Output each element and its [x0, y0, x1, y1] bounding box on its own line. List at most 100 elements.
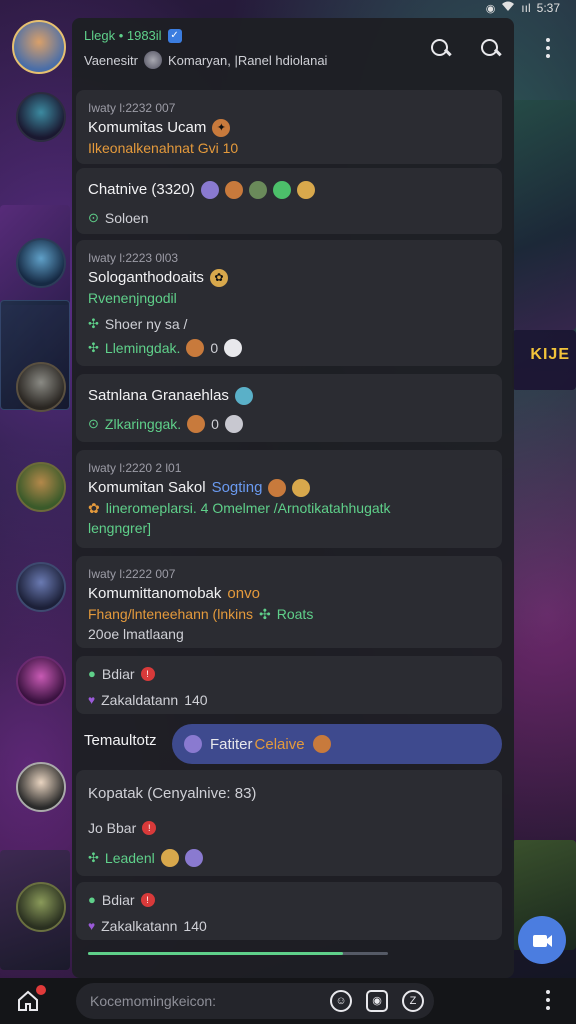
reply-count: 0: [210, 340, 219, 356]
header-actions: [430, 38, 502, 60]
read-icon: [224, 415, 243, 433]
message-line: 20oe lmatlaang: [88, 626, 184, 642]
search-icon[interactable]: [430, 38, 452, 60]
wifi-icon: [501, 1, 515, 15]
message-input[interactable]: Kocemomingkeicon: ☺ ◉ Z: [76, 983, 434, 1019]
emoji-icon: ✦: [212, 119, 231, 137]
background-art-right: [512, 100, 576, 330]
message-card[interactable]: ● Bdiar ! ♥ Zakalkatann 140: [76, 882, 502, 940]
message-line: Zakaldatann: [101, 692, 179, 708]
compose-icon: [533, 935, 552, 947]
feature-pill[interactable]: Fatiter Celaive: [172, 724, 502, 764]
avatar: [272, 181, 291, 199]
channel-panel: Llegk • 1983il ✓ Vaenesitr Komaryan, |Ra…: [72, 18, 514, 978]
message-title: Komumittanomobak: [88, 585, 222, 602]
more-options-icon[interactable]: [546, 38, 550, 58]
avatar: [200, 181, 219, 199]
message-line: Bdiar: [101, 666, 135, 682]
sparkle-icon: ✣: [88, 340, 99, 355]
gif-icon[interactable]: Z: [402, 990, 424, 1012]
message-meta: Iwaty l:2223 0l03: [88, 251, 179, 265]
message-title-accent: Sogting: [211, 479, 263, 496]
message-meta: Iwaty l:2222 007: [88, 567, 176, 581]
emoji-icon: [292, 479, 311, 497]
panel-header: Llegk • 1983il ✓ Vaenesitr Komaryan, |Ra…: [72, 18, 514, 86]
heart-icon: ♥: [88, 919, 96, 933]
avatar: [187, 415, 206, 433]
server-avatar-active[interactable]: [12, 20, 66, 74]
avatar: [296, 181, 315, 199]
server-avatar[interactable]: [16, 762, 66, 812]
message-title: Sologanthodoaits: [88, 269, 204, 286]
message-card[interactable]: Satnlana Granaehlas ⊙ Zlkaringgak. 0: [76, 374, 502, 442]
server-avatar[interactable]: [16, 562, 66, 612]
record-icon: ◉: [485, 2, 496, 15]
more-options-icon[interactable]: [546, 990, 550, 1010]
message-title: Komumitas Ucam: [88, 119, 207, 136]
user-avatar: [143, 51, 162, 69]
notification-badge: [36, 985, 46, 995]
notification-badge: !: [142, 821, 157, 835]
online-icon: ●: [88, 892, 96, 907]
server-avatar[interactable]: [16, 882, 66, 932]
notification-badge: !: [140, 893, 155, 907]
camera-icon[interactable]: ◉: [366, 990, 388, 1012]
avatar: [186, 339, 205, 357]
background-game-label: KIJE: [530, 346, 570, 363]
reply-count: 0: [211, 416, 219, 432]
message-subtitle: Fhang/lnteneehann (lnkins: [88, 606, 254, 622]
server-avatar[interactable]: [16, 92, 66, 142]
message-title: Chatnive (3320): [88, 181, 195, 198]
message-line: lengngrer]: [88, 520, 152, 536]
subtitle-prefix: Vaenesitr: [84, 52, 138, 68]
avatar: [248, 181, 267, 199]
message-subtitle: Ilkeonalkenahnat Gvi 10: [88, 140, 239, 156]
server-avatar[interactable]: [16, 656, 66, 706]
message-card[interactable]: Iwaty l:2222 007 Komumittanomobak onvo F…: [76, 556, 502, 648]
message-card[interactable]: Iwaty l:2220 2 l01 Komumitan Sakol Sogti…: [76, 450, 502, 548]
emoji-icon: [268, 479, 287, 497]
sparkle-icon: ✣: [88, 850, 99, 865]
online-icon: ●: [88, 666, 96, 681]
emoji-picker-icon[interactable]: ☺: [330, 990, 352, 1012]
progress-fill: [88, 952, 343, 955]
message-line: Bdiar: [101, 892, 135, 908]
search-icon[interactable]: [480, 38, 502, 60]
signal-icon: ııl: [521, 1, 531, 15]
sparkle-icon: ✣: [88, 316, 99, 331]
message-card[interactable]: Chatnive (3320) ⊙ Soloen: [76, 168, 502, 234]
emoji-icon: ✿: [209, 269, 228, 287]
subtitle-text: Komaryan, |Ranel hdiolanai: [167, 52, 328, 68]
message-subtitle: Rvenenjngodil: [88, 290, 177, 306]
message-title: Komumitan Sakol: [88, 479, 206, 496]
channel-label: Temaultotz: [84, 732, 157, 749]
new-message-fab[interactable]: [518, 916, 566, 964]
message-card[interactable]: Kopatak (Cenyalnive: 83) Jo Bbar ! ✣ Lea…: [76, 770, 502, 876]
server-avatar[interactable]: [16, 238, 66, 288]
verified-icon: ✓: [167, 28, 182, 43]
message-line: Leadenl: [104, 850, 155, 866]
sparkle-icon: ✿: [88, 500, 100, 516]
message-title: Satnlana Granaehlas: [88, 387, 229, 404]
read-icon: [224, 339, 243, 357]
avatar: [184, 849, 203, 867]
message-card[interactable]: Iwaty l:2223 0l03 Sologanthodoaits ✿ Rve…: [76, 240, 502, 366]
message-line: Shoer ny sa /: [104, 316, 188, 332]
status-bar: ◉ ııl 5:37: [0, 0, 576, 16]
server-avatar[interactable]: [16, 462, 66, 512]
notification-badge: !: [140, 667, 155, 681]
pill-accent: Celaive: [254, 735, 305, 753]
online-icon: ⊙: [88, 416, 99, 431]
message-meta: Iwaty l:2220 2 l01: [88, 461, 182, 475]
message-line: Zlkaringgak.: [104, 416, 182, 432]
avatar: [184, 735, 202, 753]
message-title: Kopatak (Cenyalnive: 83): [88, 785, 257, 802]
message-meta: Iwaty l:2232 007: [88, 101, 176, 115]
server-avatar[interactable]: [16, 362, 66, 412]
status-text: Soloen: [104, 210, 149, 226]
home-icon[interactable]: [16, 985, 46, 1013]
message-card[interactable]: ● Bdiar ! ♥ Zakaldatann 140: [76, 656, 502, 714]
message-card[interactable]: Iwaty l:2232 007 Komumitas Ucam ✦ Ilkeon…: [76, 90, 502, 164]
online-icon: ⊙: [88, 210, 99, 225]
avatar: [160, 849, 179, 867]
